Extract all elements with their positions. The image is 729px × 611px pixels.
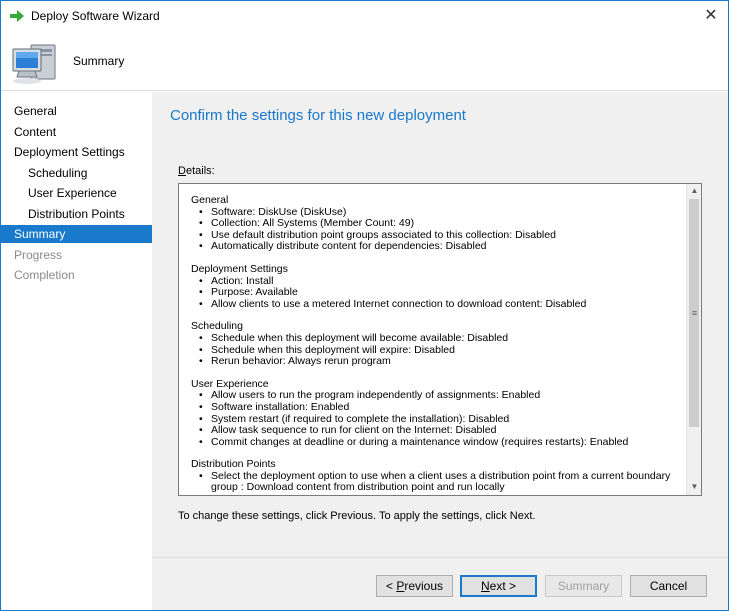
wizard-nav: General Content Deployment Settings Sche… [1, 92, 152, 610]
details-section-user-experience: User Experience Allow users to run the p… [191, 378, 683, 449]
nav-item-general[interactable]: General [1, 102, 152, 120]
page-title: Summary [73, 54, 125, 68]
list-item: Rerun behavior: Always rerun program [199, 356, 683, 368]
scroll-up-arrow-icon[interactable]: ▲ [687, 184, 701, 198]
previous-button[interactable]: < Previous [376, 575, 453, 597]
list-item: Software installation: Enabled [199, 401, 683, 414]
window-title: Deploy Software Wizard [31, 9, 160, 23]
details-label: Details: [178, 165, 215, 177]
instructions-text: To change these settings, click Previous… [178, 510, 536, 522]
details-section-deployment-settings: Deployment Settings Action: Install Purp… [191, 262, 683, 311]
list-item: Purpose: Available [199, 287, 683, 299]
details-label-text: etails: [185, 165, 215, 177]
computer-icon [12, 44, 56, 84]
list-item: Automatically distribute content for dep… [199, 241, 683, 253]
previous-label: revious [404, 579, 444, 593]
nav-item-completion: Completion [14, 268, 75, 282]
list-item: Schedule when this deployment will becom… [199, 332, 683, 345]
nav-item-user-experience[interactable]: User Experience [1, 184, 152, 202]
details-section-distribution-points: Distribution Points Select the deploymen… [191, 459, 683, 494]
list-item: Commit changes at deadline or during a m… [199, 436, 683, 449]
list-item: Allow clients to use a metered Internet … [199, 298, 683, 311]
details-label-accel: D [178, 165, 186, 177]
next-button[interactable]: Next > [460, 575, 537, 597]
summary-button: Summary [545, 575, 622, 597]
content-heading: Confirm the settings for this new deploy… [170, 107, 466, 124]
green-arrow-icon [10, 10, 24, 22]
details-content: General Software: DiskUse (DiskUse) Coll… [191, 194, 683, 495]
section-title: General [191, 194, 229, 206]
list-item: Select the deployment option to use when… [199, 470, 683, 494]
nav-item-content[interactable]: Content [1, 123, 152, 141]
button-divider [152, 557, 728, 558]
title-bar: Deploy Software Wizard ✕ [1, 1, 728, 31]
wizard-window: Deploy Software Wizard ✕ Summary General… [0, 0, 729, 611]
scroll-grip-icon: ≡ [691, 308, 698, 318]
nav-item-scheduling[interactable]: Scheduling [1, 164, 152, 182]
section-title: Deployment Settings [191, 262, 288, 275]
details-textbox[interactable]: General Software: DiskUse (DiskUse) Coll… [178, 183, 702, 496]
nav-item-distribution-points[interactable]: Distribution Points [1, 205, 152, 223]
details-section-general: General Software: DiskUse (DiskUse) Coll… [191, 194, 683, 253]
nav-item-summary[interactable]: Summary [1, 225, 152, 243]
wizard-header: Summary [1, 31, 728, 91]
nav-item-progress: Progress [14, 248, 63, 262]
close-button[interactable]: ✕ [699, 5, 723, 27]
next-accel: N [480, 579, 490, 593]
details-scrollbar[interactable]: ▲ ≡ ▼ [686, 184, 701, 495]
wizard-content: Confirm the settings for this new deploy… [152, 92, 728, 610]
previous-prefix: < [385, 579, 397, 593]
nav-item-deployment-settings[interactable]: Deployment Settings [1, 143, 152, 161]
details-section-scheduling: Scheduling Schedule when this deployment… [191, 321, 683, 368]
list-item: Allow task sequence to run for client on… [199, 424, 683, 437]
scroll-down-arrow-icon[interactable]: ▼ [687, 480, 701, 494]
next-label: ext > [489, 579, 517, 593]
cancel-button[interactable]: Cancel [630, 575, 707, 597]
